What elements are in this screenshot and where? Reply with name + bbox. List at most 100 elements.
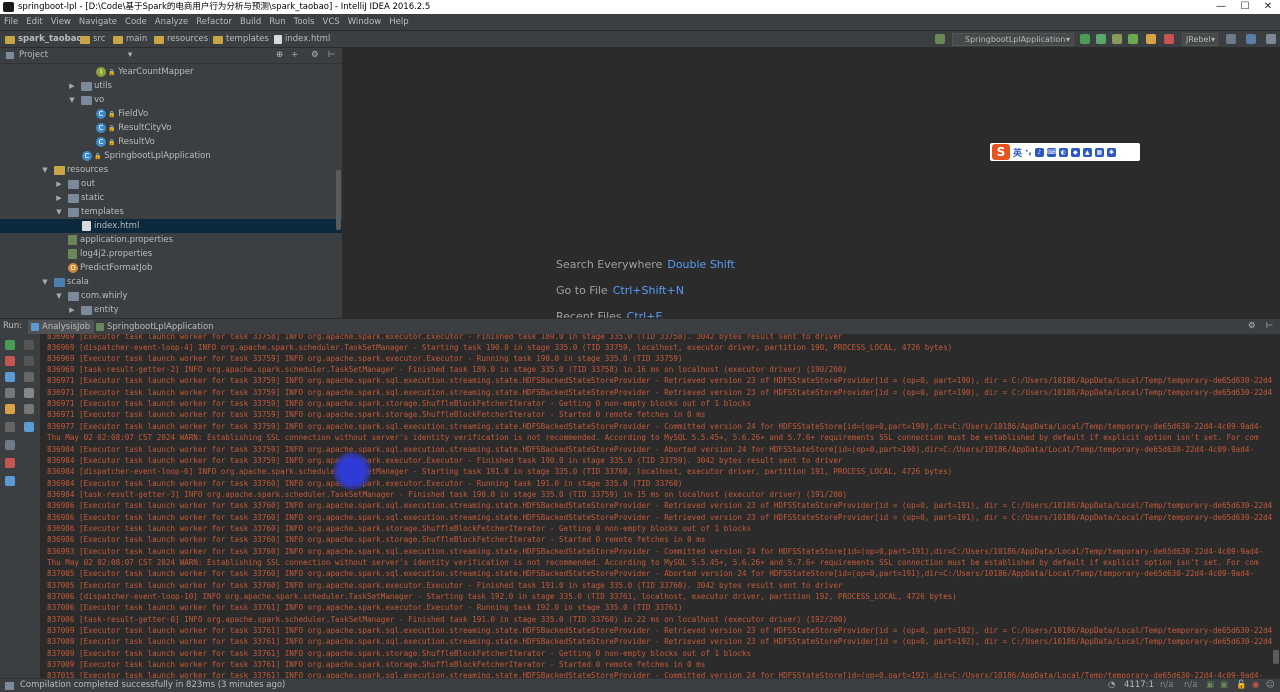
breadcrumb-index-html[interactable]: index.html [274,31,330,48]
help-icon[interactable] [5,476,15,486]
tree-item-resultcityvo[interactable]: C 🔒 ResultCityVo [0,121,342,135]
menu-tools[interactable]: Tools [290,14,319,30]
skin-icon[interactable]: ◐ [1058,147,1068,157]
run-tab-springbootlplapplication[interactable]: SpringbootLplApplication [93,320,218,334]
grid-icon[interactable]: ▦ [1094,147,1104,157]
minimize-button[interactable]: — [1210,0,1232,14]
expand-arrow-icon[interactable]: ▶ [55,191,63,205]
stop-icon[interactable] [5,356,15,366]
project-structure-icon[interactable] [1226,34,1236,44]
collapse-arrow-icon[interactable]: ▼ [55,205,63,219]
breadcrumb-src[interactable]: src [80,31,105,48]
keyboard-icon[interactable]: ⌨ [1046,147,1056,157]
status-panel-icon[interactable] [5,682,14,690]
tree-item-springbootlplapplication[interactable]: C 🔒 SpringbootLplApplication [0,149,342,163]
build-icon[interactable] [935,34,945,44]
tree-item-index-html[interactable]: index.html [0,219,342,233]
exit-icon[interactable] [5,404,15,414]
tree-item-predictformatjob[interactable]: O PredictFormatJob [0,261,342,275]
dump-threads-icon[interactable] [5,388,15,398]
run-icon[interactable] [1080,34,1090,44]
menu-view[interactable]: View [47,14,75,30]
breadcrumb-templates[interactable]: templates [213,31,269,48]
status-message[interactable]: Compilation completed successfully in 82… [20,679,285,692]
hide-panel-icon[interactable]: ⊢ [1266,319,1273,334]
tree-item-com-whirly[interactable]: ▼ com.whirly [0,289,342,303]
layout-icon[interactable] [5,422,15,432]
close-window-button[interactable]: ✕ [1257,0,1279,14]
menu-navigate[interactable]: Navigate [75,14,121,30]
menu-window[interactable]: Window [344,14,386,30]
sync-icon[interactable]: ⊕ [276,48,283,63]
down-arrow-icon[interactable] [24,356,34,366]
console-scrollbar[interactable] [1272,334,1280,678]
close-icon[interactable] [5,458,15,468]
jrebel-debug-icon[interactable] [1146,34,1156,44]
ime-language-toggle[interactable]: 英 [1013,146,1022,159]
collapse-arrow-icon[interactable]: ▼ [55,289,63,303]
restore-layout-icon[interactable] [5,440,15,450]
breadcrumb-main[interactable]: main [113,31,147,48]
git-icon[interactable]: ▣ [1206,679,1214,692]
line-separator[interactable]: n/a [1160,679,1173,692]
inspector-icon[interactable]: ☺ [1266,679,1275,692]
pause-icon[interactable] [5,372,15,382]
tree-item-utils[interactable]: ▶ utils [0,79,342,93]
jrebel-run-icon[interactable] [1128,34,1138,44]
run-tab-analysisjob[interactable]: AnalysisJob [28,320,95,334]
tree-item-scala[interactable]: ▼ scala [0,275,342,289]
ime-toolbar[interactable]: S 英 ·, ♪ ⌨ ◐ ◆ ▲ ▦ ✱ [990,143,1140,161]
readonly-toggle-icon[interactable]: ▣ [1220,679,1228,692]
project-scrollbar[interactable] [336,170,341,230]
caret-position[interactable]: 4117:1 [1124,679,1154,692]
menu-refactor[interactable]: Refactor [192,14,236,30]
jrebel-select[interactable]: JRebel ▾ [1182,33,1218,46]
gamepad-icon[interactable]: ◆ [1070,147,1080,157]
expand-arrow-icon[interactable]: ▶ [68,79,76,93]
menu-help[interactable]: Help [385,14,412,30]
up-arrow-icon[interactable] [24,340,34,350]
tree-item-fieldvo[interactable]: C 🔒 FieldVo [0,107,342,121]
menu-edit[interactable]: Edit [22,14,46,30]
chevron-down-icon[interactable]: ▾ [128,48,132,63]
collapse-arrow-icon[interactable]: ▼ [41,163,49,177]
collapse-icon[interactable]: ÷ [291,48,298,63]
expand-arrow-icon[interactable]: ▶ [55,177,63,191]
tree-item-application-properties[interactable]: application.properties [0,233,342,247]
lock-icon[interactable]: 🔓 [1236,679,1247,692]
menu-run[interactable]: Run [265,14,289,30]
breadcrumb-root[interactable]: spark_taobao [5,31,82,48]
debug-icon[interactable] [1096,34,1106,44]
tree-item-yearcountmapper[interactable]: I 🔒 YearCountMapper [0,65,342,79]
file-encoding[interactable]: n/a [1184,679,1197,692]
tree-item-resultvo[interactable]: C 🔒 ResultVo [0,135,342,149]
expand-arrow-icon[interactable]: ▶ [68,303,76,317]
coverage-icon[interactable] [1112,34,1122,44]
tree-item-templates[interactable]: ▼ templates [0,205,342,219]
tree-item-resources[interactable]: ▼ resources [0,163,342,177]
tree-item-vo[interactable]: ▼ vo [0,93,342,107]
tree-item-log4j2-properties[interactable]: log4j2.properties [0,247,342,261]
event-log-icon[interactable]: ◉ [1252,679,1259,692]
scroll-to-end-icon[interactable] [24,388,34,398]
tree-item-entity[interactable]: ▶ entity [0,303,342,317]
tree-item-static[interactable]: ▶ static [0,191,342,205]
breadcrumb-resources[interactable]: resources [154,31,208,48]
console-scrollbar-thumb[interactable] [1273,650,1279,664]
microphone-icon[interactable]: ♪ [1034,147,1044,157]
stop-icon[interactable] [1164,34,1174,44]
clear-all-icon[interactable] [24,422,34,432]
help-icon[interactable] [1266,34,1276,44]
console-output[interactable]: 836969 [Executor task launch worker for … [40,334,1272,678]
print-icon[interactable] [24,404,34,414]
settings-gear-icon[interactable]: ⚙ [311,48,319,63]
collapse-arrow-icon[interactable]: ▼ [68,93,76,107]
project-view-select[interactable]: Project [19,48,48,63]
tree-item-out[interactable]: ▶ out [0,177,342,191]
menu-vcs[interactable]: VCS [319,14,344,30]
shirt-icon[interactable]: ▲ [1082,147,1092,157]
sdk-icon[interactable] [1246,34,1256,44]
menu-code[interactable]: Code [121,14,151,30]
menu-build[interactable]: Build [236,14,265,30]
menu-file[interactable]: File [0,14,22,30]
